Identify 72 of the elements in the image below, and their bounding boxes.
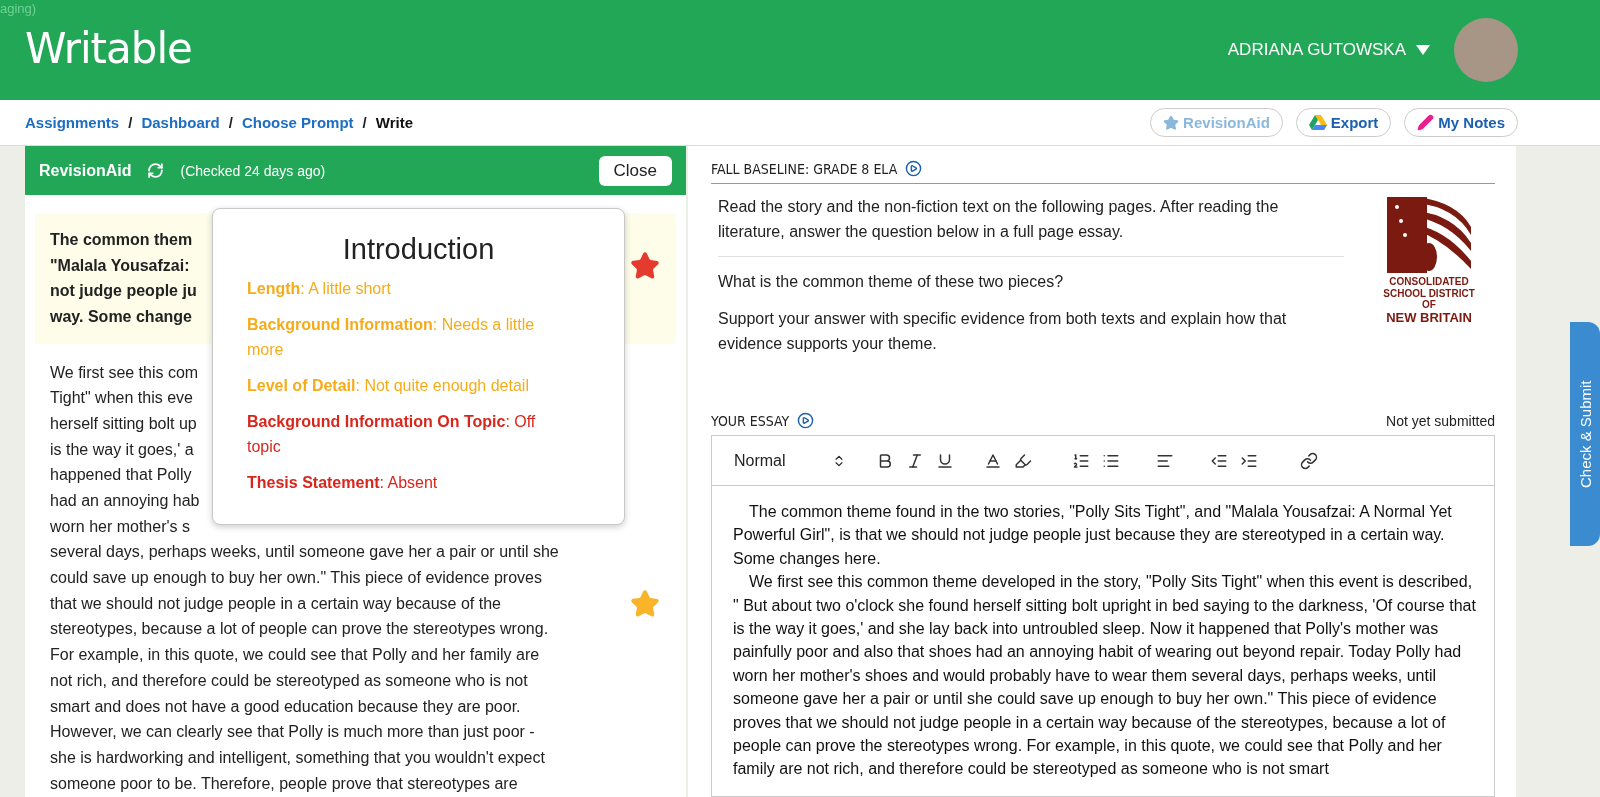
star-icon (1163, 114, 1180, 131)
logo-text: SCHOOL DISTRICT (1383, 287, 1475, 299)
essay-line: Tight" when this eve (50, 389, 193, 408)
essay-line: stereotypes, because a lot of people can prove the stereotypes wrong. (50, 620, 549, 639)
export-button[interactable]: Export (1295, 108, 1392, 137)
numbered-list-icon[interactable] (1072, 451, 1090, 470)
submission-status: Not yet submitted (1386, 412, 1495, 429)
essay-line: had an annoying hab (50, 492, 200, 511)
link-icon[interactable] (1300, 451, 1318, 470)
essay-line: could save up enough to buy her own." This piece of evidence proves (50, 569, 542, 588)
essay-line: happened that Polly (50, 466, 192, 485)
essay-line: not rich, and therefore could be stereotyped as someone who is not (50, 671, 528, 690)
essay-line: For example, in this quote, we could see that Polly and her family are (50, 646, 540, 665)
essay-line: We first see this com (50, 363, 199, 382)
text-color-icon[interactable] (984, 451, 1002, 470)
essay-line: several days, perhaps weeks, until someone gave her a pair or until she (50, 543, 559, 562)
pencil-icon (1417, 114, 1435, 131)
format-select[interactable]: Normal (734, 451, 846, 470)
breadcrumb-link[interactable]: Assignments (25, 114, 120, 131)
feedback-item: Background Information On Topic: Off topic (247, 412, 537, 457)
logo-text: OF (1422, 299, 1436, 311)
highlighter-icon[interactable] (1014, 451, 1032, 470)
essay-paragraph: We first see this common theme developed in the story, "Polly Sits Tight" when this event is described, " But about two o'clock she found herself sitting bolt upright in bed saying to the darkness, 'Of course that is the way it goes,' and she lay back into untroubled sleep. Now it happened that Polly's mother was painfully poor and also that shoes had an annoying habit of wearing out beyond repair. Today Polly had worn her mother's shoes and would probably have to wear them several days, perhaps weeks, until someone gave her a pair or until she could save up enough to buy her own." This piece of evidence proves that we should not judge people in a certain way because of the stereotypes, because a lot of people can prove the stereotypes wrong. For example, in this quote, we could see that Polly and her family are not rich, and therefore could be stereotyped as someone who is not smart (733, 572, 1477, 780)
breadcrumb-separator: / (128, 114, 133, 131)
feedback-item: Thesis Statement: Absent (247, 473, 439, 493)
popup-title: Introduction (341, 233, 496, 266)
essay-line: is the way it goes,' a (50, 440, 194, 459)
section-title: YOUR ESSAY (711, 412, 790, 429)
star-icon[interactable] (630, 588, 660, 619)
essay-line: herself sitting bolt up (50, 414, 197, 433)
refresh-icon[interactable] (147, 162, 165, 179)
essay-line: worn her mother's s (50, 517, 190, 536)
breadcrumb-separator: / (362, 114, 367, 131)
essay-line: she is hardworking and intelligent, something that you wouldn't expect (50, 748, 545, 767)
app-logo: Writable (25, 23, 192, 73)
check-status: (Checked 24 days ago) (180, 162, 327, 179)
close-button[interactable]: Close (598, 155, 672, 186)
essay-line: someone poor to be. Therefore, people prove that stereotypes are (50, 774, 518, 793)
breadcrumb-link[interactable]: Choose Prompt (241, 114, 354, 131)
section-title: FALL BASELINE: GRADE 8 ELA (711, 160, 898, 177)
essay-paragraph: The common theme found in the two stories, "Polly Sits Tight", and "Malala Yousafzai: A Normal Yet Powerful Girl", is that we should not judge people just because they are stereotyped in a certain way. Some changes here. (733, 502, 1453, 569)
notes-button[interactable]: My Notes (1404, 108, 1518, 137)
breadcrumb-link[interactable]: Dashboard (141, 114, 220, 131)
essay-line: that we should not judge people in a certain way because of the (50, 594, 501, 613)
essay-line: not judge people ju (50, 282, 197, 301)
panel-title: RevisionAid (39, 161, 132, 180)
feedback-item: Level of Detail: Not quite enough detail (247, 376, 530, 396)
essay-line: The common them (50, 230, 193, 249)
caret-icon[interactable] (1416, 45, 1430, 55)
check-submit-tab[interactable]: Check & Submit (1570, 322, 1600, 546)
logo-text: NEW BRITAIN (1386, 310, 1472, 326)
breadcrumb-current[interactable]: Write (375, 114, 413, 131)
star-icon[interactable] (630, 250, 660, 281)
play-icon[interactable] (797, 412, 815, 429)
play-icon[interactable] (905, 160, 923, 177)
underline-icon[interactable] (936, 451, 954, 470)
essay-line: smart and does not have a good education because they are poor. (50, 697, 521, 716)
essay-editor[interactable] (711, 435, 1495, 797)
prompt-question: What is the common theme of these two pieces? (718, 272, 1065, 292)
drive-icon (1308, 114, 1327, 131)
logo-text: CONSOLIDATED (1389, 276, 1469, 288)
essay-line: However, we can clearly see that Polly is much more than just poor - (50, 723, 535, 742)
feedback-item: Background Information: Needs a little more (247, 315, 536, 360)
breadcrumb-separator: / (228, 114, 233, 131)
prompt-text: Read the story and the non-fiction text on the following pages. After reading the literature, answer the question below in a full page essay. (718, 197, 1280, 242)
user-name[interactable]: ADRIANA GUTOWSKA (1227, 40, 1406, 60)
prompt-question: Support your answer with specific evidence from both texts and explain how that evidence supports your theme. (718, 309, 1288, 354)
feedback-item: Length: A little short (247, 279, 393, 299)
environment-label: aging) (0, 1, 37, 16)
essay-line: way. Some change (50, 307, 192, 326)
italic-icon[interactable] (906, 451, 924, 470)
essay-line: "Malala Yousafzai: (50, 256, 190, 275)
